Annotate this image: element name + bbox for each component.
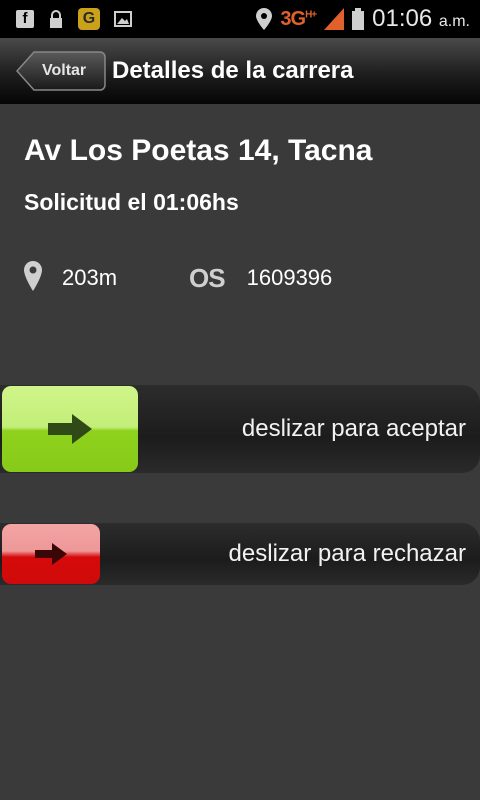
arrow-right-icon xyxy=(48,414,92,444)
status-bar: f G 3GH+ 01:06 a.m. xyxy=(0,0,480,38)
network-indicator: 3GH+ xyxy=(280,7,317,30)
image-icon xyxy=(114,11,132,27)
reject-slider[interactable]: deslizar para rechazar xyxy=(0,523,480,585)
map-pin-icon xyxy=(24,260,42,296)
os-icon: OS xyxy=(189,262,226,293)
trip-distance: 203m xyxy=(62,265,118,290)
battery-icon xyxy=(352,8,365,30)
request-time: Solicitud el 01:06hs xyxy=(24,189,239,215)
order-number: 1609396 xyxy=(246,265,333,290)
accept-slider[interactable]: deslizar para aceptar xyxy=(0,385,480,473)
signal-icon xyxy=(324,8,345,30)
accept-slider-label: deslizar para aceptar xyxy=(241,415,466,442)
arrow-right-icon xyxy=(35,543,67,565)
facebook-icon: f xyxy=(16,10,34,28)
location-icon xyxy=(256,8,273,30)
action-bar: Voltar Detalles de la carrera xyxy=(0,38,480,104)
accept-slider-handle[interactable] xyxy=(2,386,138,472)
reject-slider-handle[interactable] xyxy=(2,524,100,584)
lock-icon xyxy=(48,10,64,28)
status-clock: 01:06 a.m. xyxy=(372,5,470,32)
page-title: Detalles de la carrera xyxy=(112,57,354,84)
back-button[interactable]: Voltar xyxy=(16,51,106,91)
trip-address: Av Los Poetas 14, Tacna xyxy=(24,134,373,167)
app-g-icon: G xyxy=(78,8,100,30)
trip-info-row: 203m OS 1609396 xyxy=(24,258,464,298)
back-button-label: Voltar xyxy=(42,62,87,79)
reject-slider-label: deslizar para rechazar xyxy=(228,540,466,567)
